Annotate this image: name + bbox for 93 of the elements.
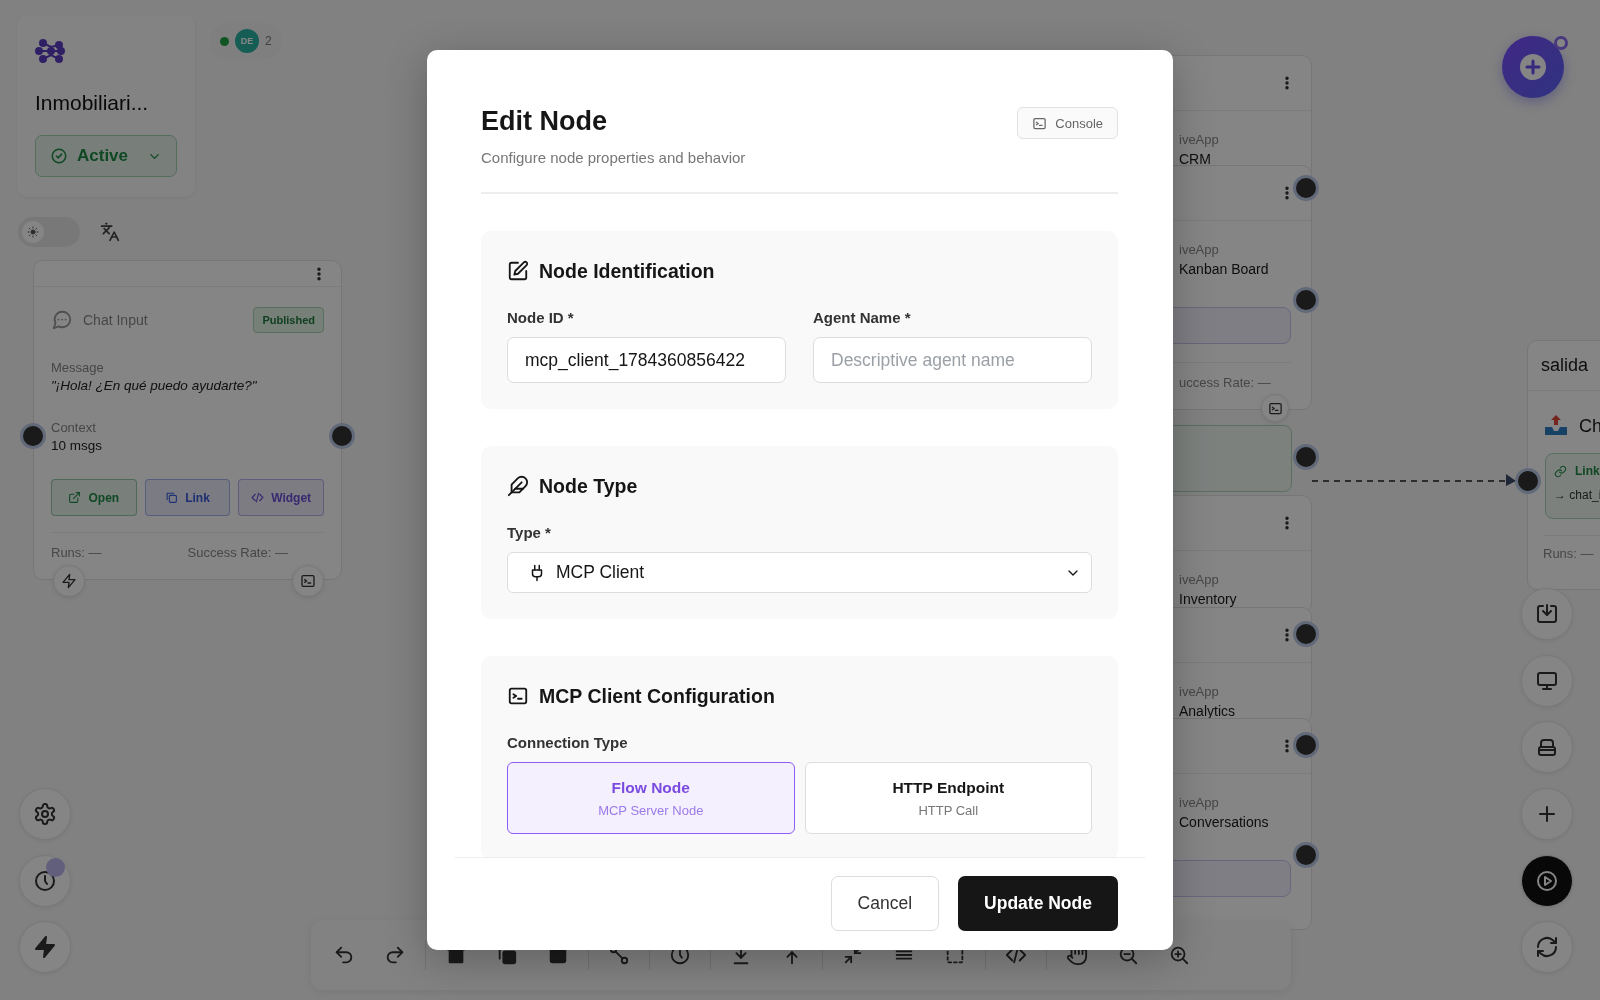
check-circle-icon <box>50 147 68 165</box>
node-name: Analytics <box>1179 702 1237 721</box>
terminal-icon <box>1032 115 1048 131</box>
play-circle-icon <box>1535 869 1559 893</box>
node-source: iveApp <box>1179 241 1220 259</box>
section-title: Node Type <box>539 474 638 498</box>
node-title: salida <box>1528 341 1600 391</box>
node-name: Kanban Board <box>1179 260 1270 279</box>
user-avatar: DE <box>235 29 259 53</box>
external-link-icon <box>68 491 82 504</box>
node-name: Inventory <box>1179 590 1238 609</box>
notification-dot <box>1554 36 1568 50</box>
plus-circle-icon <box>1519 53 1547 81</box>
storage-button[interactable] <box>1521 721 1573 773</box>
feather-icon <box>507 475 529 497</box>
translate-icon[interactable] <box>100 222 120 242</box>
redo-icon[interactable] <box>384 944 406 966</box>
zoom-in-icon[interactable] <box>1168 944 1190 966</box>
node-source: iveApp <box>1179 571 1220 589</box>
status-badge: Published <box>253 307 324 333</box>
section-title: Node Identification <box>539 259 715 283</box>
lightning-icon <box>61 573 77 589</box>
connection-handle <box>1293 175 1319 201</box>
connection-option[interactable]: Flow Node MCP Server Node <box>507 762 795 834</box>
refresh-button[interactable] <box>1521 921 1573 973</box>
project-title: Inmobiliari... <box>35 91 150 115</box>
node-name: Conversations <box>1179 813 1270 832</box>
cancel-button[interactable]: Cancel <box>830 876 940 931</box>
node-source: iveApp <box>1179 683 1220 701</box>
theme-toggle[interactable] <box>18 217 80 247</box>
console-button[interactable]: Console <box>1017 107 1118 139</box>
success-rate: uccess Rate: — <box>1178 374 1272 390</box>
connection-option[interactable]: HTTP Endpoint HTTP Call <box>804 762 1092 834</box>
terminal-icon <box>1267 400 1283 416</box>
link-label: Link <box>1575 464 1600 478</box>
runs-count: Runs: — <box>1542 545 1595 561</box>
submit-button[interactable]: Update Node <box>958 876 1118 931</box>
dialog-subtitle: Configure node properties and behavior <box>481 149 746 166</box>
node-source: iveApp <box>1179 131 1220 149</box>
section-title: MCP Client Configuration <box>539 684 775 708</box>
trigger-button[interactable] <box>53 565 85 597</box>
refresh-icon <box>1535 935 1559 959</box>
automation-button[interactable] <box>19 921 71 973</box>
node-title: Chat Input <box>83 312 148 328</box>
link-target: → chat_i <box>1554 488 1600 502</box>
dialog-title: Edit Node <box>481 105 608 137</box>
user-count: 2 <box>265 34 272 48</box>
terminal-icon <box>507 685 529 707</box>
clock-icon <box>33 869 57 893</box>
text-field[interactable]: mcp_client_1784360856422 <box>507 337 786 383</box>
connection-handle <box>1293 842 1319 868</box>
field-label: Message <box>51 359 105 376</box>
field-label: Agent Name * <box>813 308 912 328</box>
copy-icon <box>165 491 179 504</box>
text-field[interactable]: Descriptive agent name <box>813 337 1092 383</box>
add-button[interactable] <box>1521 788 1573 840</box>
success-rate: Success Rate: — <box>187 545 289 560</box>
import-button[interactable] <box>1521 588 1573 640</box>
code-icon <box>251 491 265 504</box>
connection-handle <box>1515 468 1541 494</box>
runs-count: Runs: — <box>51 545 103 560</box>
field-label: Connection Type <box>507 733 629 753</box>
settings-button[interactable] <box>19 788 71 840</box>
history-button[interactable] <box>19 855 71 907</box>
preview-button[interactable] <box>1521 655 1573 707</box>
terminal-icon <box>300 573 316 589</box>
lightning-icon <box>33 935 57 959</box>
connection-handle <box>20 423 46 449</box>
field-value: "¡Hola! ¿En qué puedo ayudarte?" <box>51 377 258 395</box>
field-label: Node ID * <box>507 308 575 328</box>
edit-icon <box>507 260 529 282</box>
field-label: Type * <box>507 523 552 543</box>
connection-handle <box>1293 621 1319 647</box>
connection-handle <box>329 423 355 449</box>
console-button[interactable] <box>292 565 324 597</box>
import-icon <box>1535 602 1559 626</box>
connection-handle <box>1293 444 1319 470</box>
field-value: 10 msgs <box>51 437 104 455</box>
node-name: CRM <box>1179 150 1212 169</box>
type-select[interactable]: MCP Client <box>507 552 1092 593</box>
link-icon <box>1554 464 1567 478</box>
run-button[interactable] <box>1521 855 1573 907</box>
connection-handle <box>1293 732 1319 758</box>
undo-icon[interactable] <box>333 944 355 966</box>
monitor-icon <box>1535 669 1559 693</box>
connection-handle <box>1293 287 1319 313</box>
chat-bubble-icon <box>51 309 73 331</box>
settings-icon <box>33 802 57 826</box>
add-node-button[interactable] <box>1502 36 1564 98</box>
field-label: Context <box>51 419 97 436</box>
node-source: iveApp <box>1179 794 1220 812</box>
sun-icon <box>27 226 39 238</box>
node-item: Ch <box>1579 415 1600 437</box>
